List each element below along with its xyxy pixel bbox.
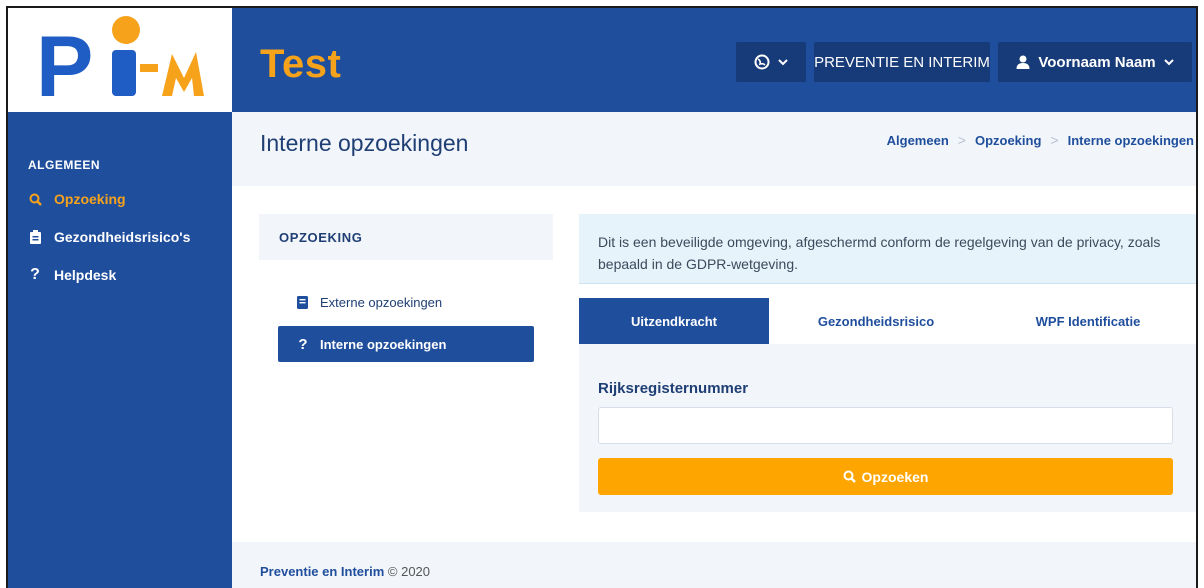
footer-link[interactable]: Preventie en Interim xyxy=(260,564,384,579)
breadcrumb-item[interactable]: Opzoeking xyxy=(975,133,1041,148)
book-icon xyxy=(296,295,310,309)
tab-bar: Uitzendkracht Gezondheidsrisico WPF Iden… xyxy=(579,298,1196,344)
chevron-down-icon xyxy=(778,59,788,66)
sidebar-section-title: ALGEMEEN xyxy=(28,158,101,172)
tab-gezondheidsrisico[interactable]: Gezondheidsrisico xyxy=(769,298,983,344)
user-icon xyxy=(1016,55,1030,69)
user-menu-button[interactable]: Voornaam Naam xyxy=(998,42,1192,82)
nav-link-label: Externe opzoekingen xyxy=(320,294,443,310)
app-window: P Test PREVENTIE EN INTERIM Voornaam Naa… xyxy=(6,6,1198,588)
sidebar-item-label: Opzoeking xyxy=(54,191,126,207)
page-title: Interne opzoekingen xyxy=(260,130,469,156)
nav-link-interne-opzoekingen[interactable]: ? Interne opzoekingen xyxy=(278,326,534,362)
search-icon xyxy=(843,470,856,483)
logo: P xyxy=(36,16,204,108)
clipboard-icon xyxy=(28,230,42,244)
breadcrumb: Algemeen > Opzoeking > Interne opzoeking… xyxy=(887,132,1194,148)
left-panel-title: OPZOEKING xyxy=(279,230,363,245)
page-header: Interne opzoekingen Algemeen > Opzoeking… xyxy=(232,112,1196,186)
search-button[interactable]: Opzoeken xyxy=(598,458,1173,495)
logo-area[interactable]: P xyxy=(8,8,232,112)
nav-link-externe-opzoekingen[interactable]: Externe opzoekingen xyxy=(278,284,534,320)
breadcrumb-item-current: Interne opzoekingen xyxy=(1067,132,1194,148)
rijksregisternummer-input[interactable] xyxy=(598,407,1173,444)
search-form: Rijksregisternummer Opzoeken xyxy=(579,344,1196,512)
chevron-down-icon xyxy=(1163,59,1174,66)
company-button[interactable]: PREVENTIE EN INTERIM xyxy=(814,42,990,82)
sidebar-item-label: Helpdesk xyxy=(54,267,117,283)
sidebar: ALGEMEEN Opzoeking Gezondheidsrisico's ?… xyxy=(8,112,232,588)
user-name: Voornaam Naam xyxy=(1038,53,1156,71)
privacy-info-text: Dit is een beveiligde omgeving, afgesche… xyxy=(598,234,1161,272)
nav-link-label: Interne opzoekingen xyxy=(320,336,447,352)
breadcrumb-separator-icon: > xyxy=(957,132,966,148)
footer-copyright: © 2020 xyxy=(387,564,431,579)
svg-text:P: P xyxy=(36,19,93,108)
breadcrumb-separator-icon: > xyxy=(1050,132,1059,148)
app-title: Test xyxy=(260,42,342,86)
globe-icon xyxy=(754,54,770,70)
left-panel-header: OPZOEKING xyxy=(259,214,553,260)
footer: Preventie en Interim © 2020 xyxy=(232,542,1196,588)
question-icon: ? xyxy=(30,266,40,283)
breadcrumb-item[interactable]: Algemeen xyxy=(887,133,949,148)
footer-text: Preventie en Interim © 2020 xyxy=(260,564,430,579)
privacy-info-box: Dit is een beveiligde omgeving, afgesche… xyxy=(579,214,1196,284)
sidebar-item-label: Gezondheidsrisico's xyxy=(54,229,191,245)
tab-uitzendkracht[interactable]: Uitzendkracht xyxy=(579,298,769,344)
question-icon: ? xyxy=(298,335,308,353)
top-header: Test PREVENTIE EN INTERIM Voornaam Naam xyxy=(232,8,1196,112)
language-button[interactable] xyxy=(736,42,806,82)
search-button-label: Opzoeken xyxy=(861,468,929,485)
search-icon xyxy=(28,193,42,206)
rijksregisternummer-label: Rijksregisternummer xyxy=(598,380,749,397)
sidebar-item-gezondheidsrisicos[interactable]: Gezondheidsrisico's xyxy=(28,229,190,245)
sidebar-item-helpdesk[interactable]: ? Helpdesk xyxy=(28,266,116,284)
sidebar-item-opzoeking[interactable]: Opzoeking xyxy=(28,191,126,207)
tab-wpf-identificatie[interactable]: WPF Identificatie xyxy=(983,298,1193,344)
